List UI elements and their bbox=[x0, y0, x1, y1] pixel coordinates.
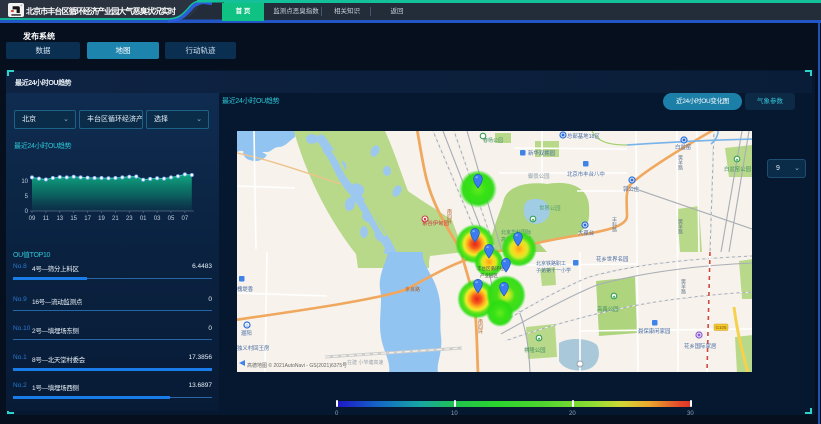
svg-text:07: 07 bbox=[182, 216, 189, 222]
svg-text:南四环: 南四环 bbox=[477, 318, 483, 335]
svg-text:15: 15 bbox=[70, 216, 77, 222]
svg-text:19: 19 bbox=[98, 216, 105, 222]
svg-text:♣: ♣ bbox=[538, 336, 541, 341]
svg-text:05: 05 bbox=[168, 216, 175, 222]
svg-text:高德地图 © 2021AutoNavi - GS(2021): 高德地图 © 2021AutoNavi - GS(2021)6375号 bbox=[247, 362, 347, 369]
svg-text:春杨公园: 春杨公园 bbox=[483, 137, 503, 144]
svg-text:北京市丰台八中: 北京市丰台八中 bbox=[567, 170, 605, 178]
svg-text:0: 0 bbox=[25, 209, 29, 215]
svg-text:遛阳: 遛阳 bbox=[241, 329, 252, 337]
svg-text:花乡世界名园: 花乡世界名园 bbox=[596, 255, 628, 263]
svg-text:♣: ♣ bbox=[613, 294, 616, 299]
svg-text:13: 13 bbox=[56, 216, 63, 222]
svg-text:北京铁路职工: 北京铁路职工 bbox=[536, 260, 566, 267]
svg-text:09: 09 bbox=[29, 216, 36, 222]
svg-text:总部基地18区: 总部基地18区 bbox=[567, 132, 601, 140]
svg-text:御景公园: 御景公园 bbox=[528, 172, 550, 180]
svg-text:17: 17 bbox=[84, 216, 91, 222]
svg-text:产业园区: 产业园区 bbox=[480, 272, 498, 279]
svg-text:♣: ♣ bbox=[736, 157, 739, 162]
svg-text:10: 10 bbox=[21, 179, 28, 185]
svg-text:01: 01 bbox=[140, 216, 147, 222]
svg-text:郭公庄: 郭公庄 bbox=[623, 185, 640, 193]
svg-text:21: 21 bbox=[112, 216, 119, 222]
svg-text:G: G bbox=[245, 323, 248, 328]
svg-text:03: 03 bbox=[154, 216, 161, 222]
svg-text:5: 5 bbox=[25, 194, 29, 200]
svg-text:樊羊路: 樊羊路 bbox=[677, 154, 683, 171]
svg-text:樊羊路: 樊羊路 bbox=[677, 218, 683, 235]
svg-text:紫谷伊甸园: 紫谷伊甸园 bbox=[422, 219, 449, 227]
svg-text:在建 小苲塘高速: 在建 小苲塘高速 bbox=[347, 359, 383, 366]
svg-text:子弟第十一小学: 子弟第十一小学 bbox=[536, 267, 571, 274]
svg-text:—: — bbox=[578, 362, 582, 367]
svg-text:京良路: 京良路 bbox=[405, 286, 420, 293]
svg-text:♣: ♣ bbox=[532, 217, 535, 222]
svg-text:槐堤香: 槐堤香 bbox=[237, 285, 254, 293]
svg-text:新华双拥园: 新华双拥园 bbox=[528, 149, 555, 157]
svg-text:白盆窑公园: 白盆窑公园 bbox=[724, 165, 751, 173]
svg-text:花乡国际家居: 花乡国际家居 bbox=[684, 342, 717, 350]
svg-text:高鑫公园: 高鑫公园 bbox=[597, 305, 619, 313]
svg-text:祺隆公园: 祺隆公园 bbox=[524, 346, 546, 354]
svg-text:G105: G105 bbox=[715, 325, 727, 330]
svg-text:独义村回王房: 独义村回王房 bbox=[237, 344, 269, 352]
svg-text:聂保康闲家园: 聂保康闲家园 bbox=[638, 327, 670, 335]
svg-text:丰科路: 丰科路 bbox=[611, 216, 617, 233]
svg-text:11: 11 bbox=[43, 216, 50, 222]
svg-text:世界公园: 世界公园 bbox=[539, 204, 561, 212]
svg-text:23: 23 bbox=[126, 216, 133, 222]
svg-text:白盆窑: 白盆窑 bbox=[675, 143, 692, 151]
svg-text:樊羊路: 樊羊路 bbox=[680, 278, 686, 295]
svg-text:大葆台: 大葆台 bbox=[578, 229, 594, 237]
svg-text:南四环: 南四环 bbox=[446, 208, 452, 225]
